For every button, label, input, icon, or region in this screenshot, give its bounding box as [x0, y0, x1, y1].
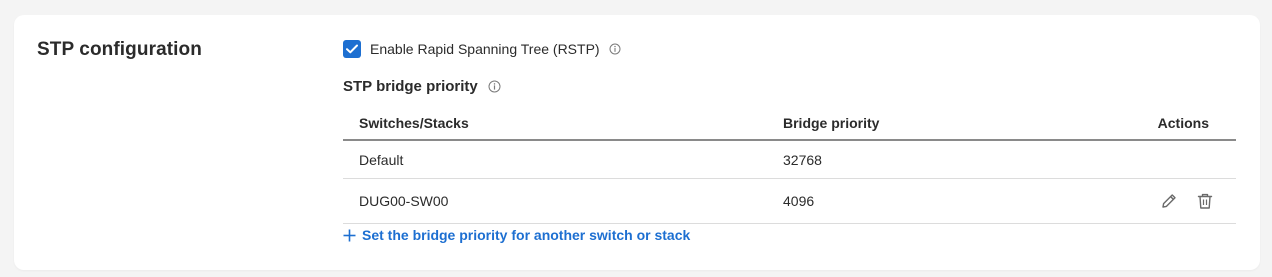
bridge-priority-value: 32768 — [783, 151, 822, 168]
pencil-icon — [1162, 194, 1176, 208]
switch-name: Default — [359, 151, 404, 168]
bridge-priority-heading: STP bridge priority — [343, 78, 478, 95]
trash-icon — [1197, 193, 1213, 209]
plus-icon — [343, 229, 356, 242]
switch-name: DUG00-SW00 — [359, 193, 449, 209]
info-icon[interactable] — [609, 43, 621, 55]
table-row: DUG00-SW00 4096 — [343, 179, 1236, 224]
table-row: Default 32768 — [343, 141, 1236, 179]
bridge-priority-table: Switches/Stacks Bridge priority Actions … — [343, 106, 1236, 224]
stp-configuration-card: STP configuration Enable Rapid Spanning … — [14, 15, 1260, 270]
delete-button[interactable] — [1194, 190, 1216, 212]
add-bridge-priority-link[interactable]: Set the bridge priority for another swit… — [343, 227, 690, 243]
rstp-option: Enable Rapid Spanning Tree (RSTP) — [343, 39, 621, 59]
row-actions — [1144, 190, 1216, 212]
column-header-actions: Actions — [1157, 114, 1209, 131]
edit-button[interactable] — [1158, 190, 1180, 212]
info-icon[interactable] — [488, 80, 501, 93]
checkmark-icon — [346, 44, 358, 54]
column-header-priority[interactable]: Bridge priority — [783, 115, 879, 131]
rstp-label: Enable Rapid Spanning Tree (RSTP) — [370, 41, 600, 57]
section-title: STP configuration — [37, 39, 202, 60]
table-header: Switches/Stacks Bridge priority Actions — [343, 106, 1236, 141]
bridge-priority-value: 4096 — [783, 193, 815, 209]
rstp-checkbox[interactable] — [343, 40, 361, 58]
column-header-switches[interactable]: Switches/Stacks — [359, 115, 469, 131]
add-bridge-priority-label: Set the bridge priority for another swit… — [362, 227, 691, 243]
bridge-priority-heading-row: STP bridge priority — [343, 78, 501, 95]
